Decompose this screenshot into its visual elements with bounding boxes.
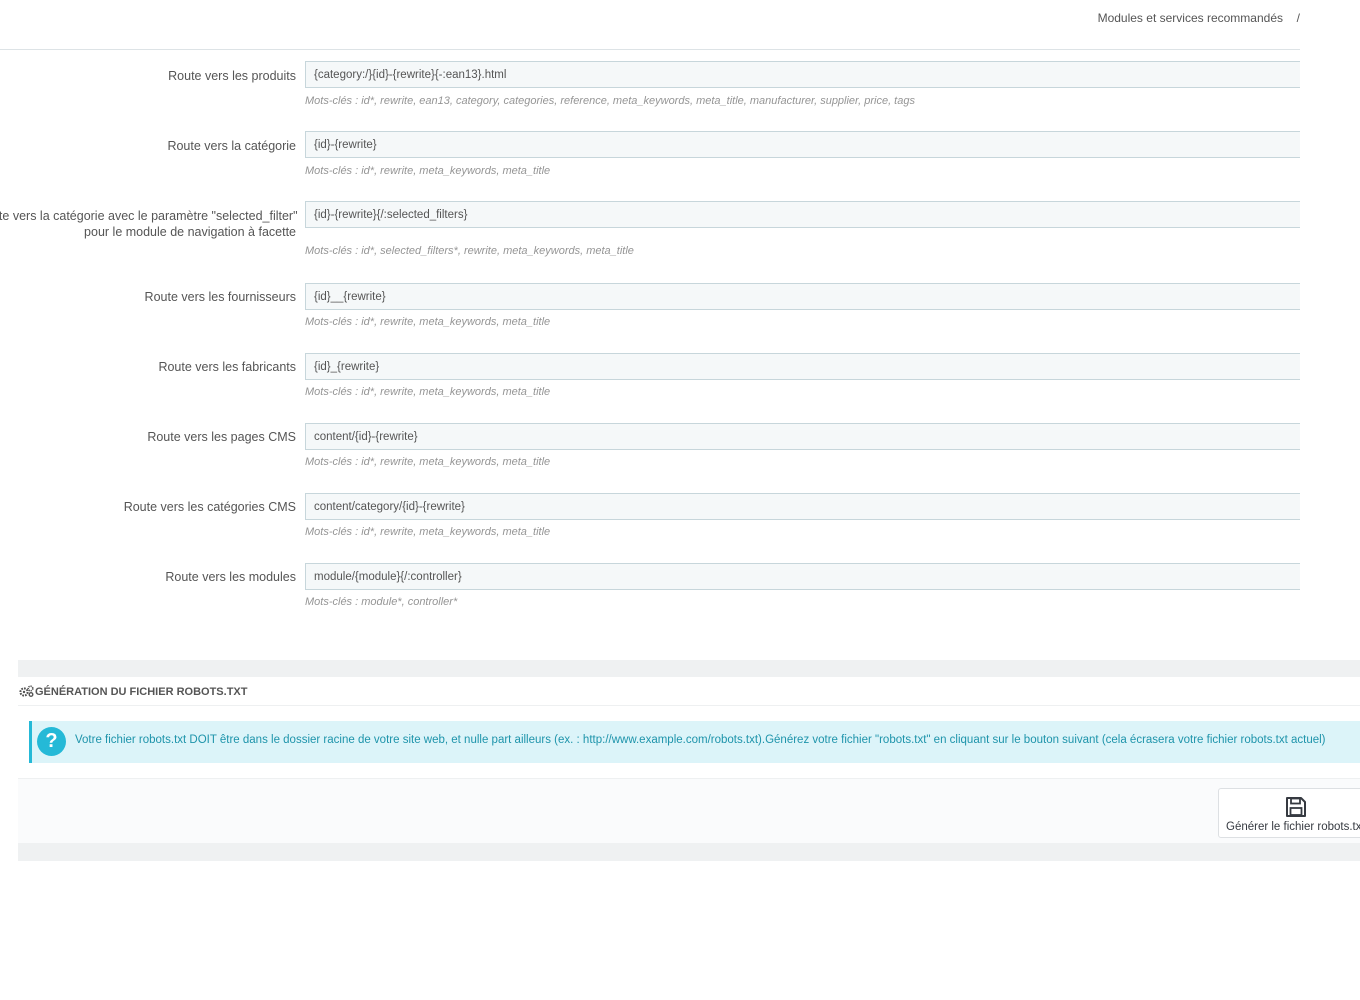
route-input-category[interactable] — [305, 131, 1300, 158]
recommended-modules-link[interactable]: Modules et services recommandés — [1098, 11, 1283, 25]
save-icon — [1286, 797, 1306, 817]
question-icon: ? — [37, 727, 66, 756]
generate-robots-label: Générer le fichier robots.txt — [1226, 821, 1360, 833]
robots-panel-heading: Génération du fichier robots.txt — [18, 677, 1360, 706]
robots-info-text: Votre fichier robots.txt DOIT être dans … — [75, 734, 1326, 746]
route-label-layered-line2: pour le module de navigation à facette — [84, 225, 296, 239]
generate-robots-button[interactable]: Générer le fichier robots.txt — [1218, 788, 1360, 838]
robots-info-alert: ? Votre fichier robots.txt DOIT être dan… — [29, 721, 1360, 763]
robots-panel-footer: Générer le fichier robots.txt — [18, 778, 1360, 843]
route-help-suppliers: Mots-clés : id*, rewrite, meta_keywords,… — [305, 316, 551, 328]
breadcrumb-separator: / — [1296, 11, 1300, 25]
route-label-products: Route vers les produits — [168, 69, 296, 83]
route-input-modules[interactable] — [305, 563, 1300, 590]
route-help-layered-category: Mots-clés : id*, selected_filters*, rewr… — [305, 245, 634, 257]
route-input-layered-category[interactable] — [305, 201, 1300, 228]
route-input-products[interactable] — [305, 61, 1300, 88]
route-help-manufacturers: Mots-clés : id*, rewrite, meta_keywords,… — [305, 386, 551, 398]
route-input-suppliers[interactable] — [305, 283, 1300, 310]
route-label-cms-categories: Route vers les catégories CMS — [123, 500, 296, 514]
route-label-manufacturers: Route vers les fabricants — [158, 360, 296, 374]
top-bar: Modules et services recommandés / — [0, 0, 1300, 50]
route-help-modules: Mots-clés : module*, controller* — [305, 596, 458, 608]
robots-panel-body: Génération du fichier robots.txt ? Votre… — [18, 677, 1360, 843]
route-input-cms-categories[interactable] — [305, 493, 1300, 520]
route-input-cms-pages[interactable] — [305, 423, 1300, 450]
route-help-category: Mots-clés : id*, rewrite, meta_keywords,… — [305, 165, 551, 177]
route-help-cms-pages: Mots-clés : id*, rewrite, meta_keywords,… — [305, 456, 551, 468]
route-label-modules: Route vers les modules — [165, 570, 296, 584]
cogs-icon — [19, 685, 34, 697]
route-label-cms-pages: Route vers les pages CMS — [147, 430, 296, 444]
robots-panel-title: Génération du fichier robots.txt — [35, 686, 248, 698]
robots-panel: Génération du fichier robots.txt ? Votre… — [18, 660, 1360, 861]
route-label-suppliers: Route vers les fournisseurs — [144, 290, 296, 304]
route-label-category: Route vers la catégorie — [167, 139, 296, 153]
route-label-layered-line1: Route vers la catégorie avec le paramètr… — [0, 209, 298, 223]
route-help-cms-categories: Mots-clés : id*, rewrite, meta_keywords,… — [305, 526, 551, 538]
route-label-layered-category: Route vers la catégorie avec le paramètr… — [0, 208, 298, 240]
route-help-products: Mots-clés : id*, rewrite, ean13, categor… — [305, 95, 915, 107]
route-input-manufacturers[interactable] — [305, 353, 1300, 380]
